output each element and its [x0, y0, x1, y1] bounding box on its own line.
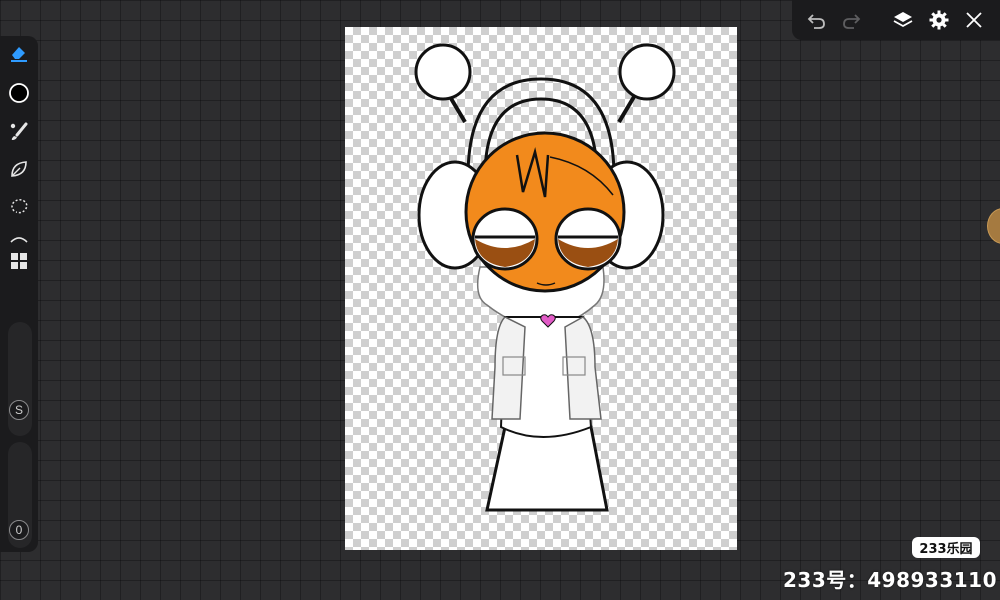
- grid-icon: [11, 253, 27, 269]
- lasso-icon: [11, 198, 28, 214]
- drawing-canvas[interactable]: [345, 27, 737, 550]
- side-panel-handle[interactable]: [987, 208, 1000, 244]
- curve-icon: [10, 237, 28, 243]
- lasso-tool[interactable]: [6, 194, 32, 220]
- character-artwork: [414, 43, 676, 512]
- color-swatch-icon: [9, 83, 29, 103]
- close-button[interactable]: [962, 8, 986, 32]
- smudge-tool[interactable]: [6, 156, 32, 182]
- user-id-watermark: 233号：498933110: [783, 568, 997, 592]
- layers-button[interactable]: [891, 8, 915, 32]
- size-slider-button[interactable]: S: [9, 400, 29, 420]
- left-toolbar: S 0: [0, 36, 38, 552]
- color-picker[interactable]: [6, 80, 32, 106]
- eraser-icon: [11, 47, 27, 62]
- close-icon: [966, 12, 982, 28]
- redo-button[interactable]: [840, 8, 864, 32]
- eraser-tool[interactable]: [6, 40, 32, 66]
- undo-button[interactable]: [804, 8, 828, 32]
- brand-logo: 233乐园: [912, 537, 980, 558]
- leaf-icon: [11, 161, 27, 177]
- top-toolbar: [792, 0, 1000, 40]
- layers-icon: [893, 12, 913, 28]
- opacity-slider-button[interactable]: 0: [9, 520, 29, 540]
- settings-button[interactable]: [927, 8, 951, 32]
- layout-tool[interactable]: [6, 248, 32, 274]
- settings-icon: [929, 10, 949, 30]
- undo-icon: [807, 14, 825, 29]
- brush-icon: [10, 122, 28, 140]
- brush-tool[interactable]: [6, 118, 32, 144]
- redo-icon: [843, 14, 861, 29]
